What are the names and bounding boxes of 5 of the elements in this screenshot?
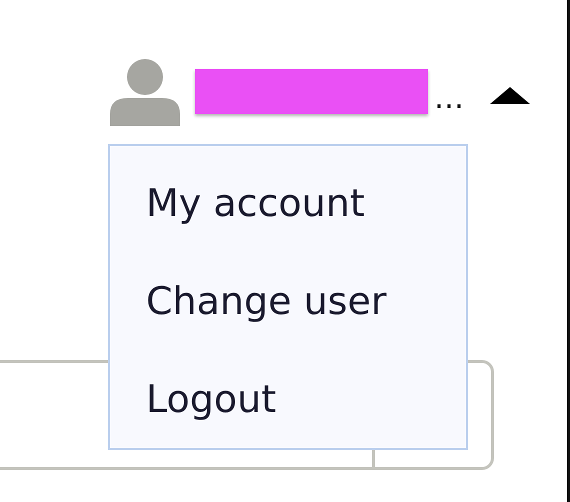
caret-icon[interactable] xyxy=(490,87,530,104)
menu-item[interactable]: Change user xyxy=(146,264,386,338)
menu-item[interactable]: Logout xyxy=(146,362,276,436)
menu-item[interactable]: My account xyxy=(146,166,365,240)
ellipsis: … xyxy=(434,84,464,114)
